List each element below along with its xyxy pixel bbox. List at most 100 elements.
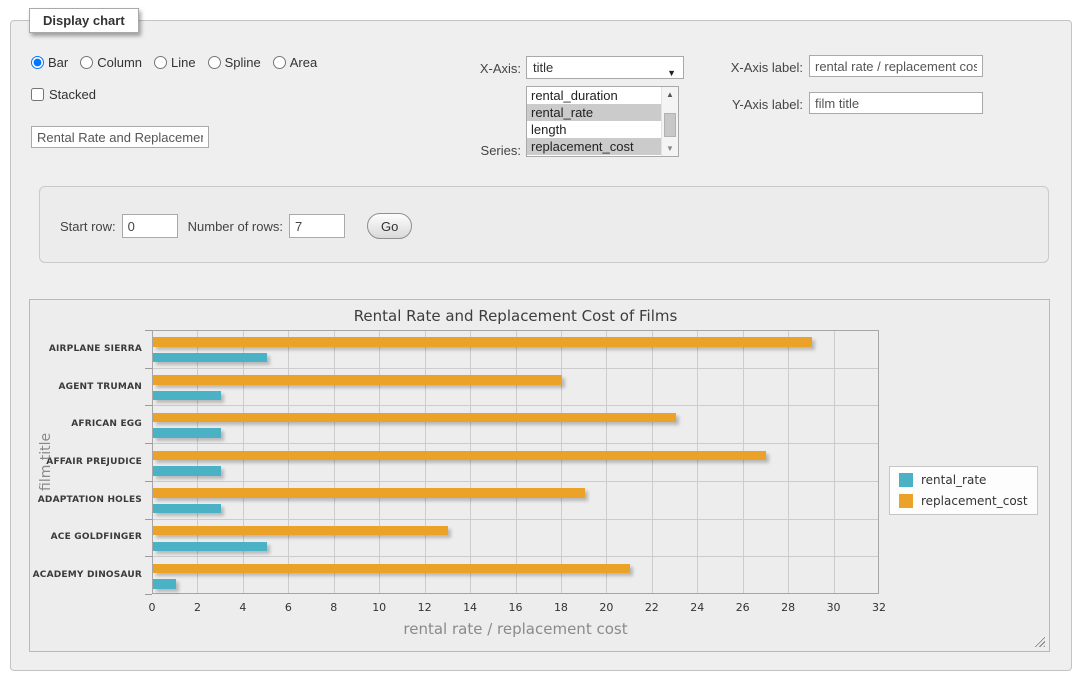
start-row-label: Start row: bbox=[60, 219, 116, 234]
chart-type-radio-line[interactable] bbox=[154, 56, 167, 69]
gridline-vertical bbox=[743, 331, 744, 593]
fieldset-legend: Display chart bbox=[29, 8, 139, 33]
legend-item: rental_rate bbox=[899, 473, 1028, 487]
y-tick-mark bbox=[145, 330, 152, 331]
y-axis-label-input[interactable] bbox=[809, 92, 983, 114]
chart-type-radio-label: Spline bbox=[225, 55, 261, 70]
bar-replacement_cost bbox=[153, 526, 448, 535]
series-option-rental_rate[interactable]: rental_rate bbox=[527, 104, 661, 121]
scroll-up-icon[interactable]: ▲ bbox=[663, 87, 677, 102]
bar-replacement_cost bbox=[153, 451, 766, 460]
x-tick-label: 14 bbox=[455, 601, 485, 614]
start-row-input[interactable] bbox=[122, 214, 178, 238]
legend-swatch-replacement_cost bbox=[899, 494, 913, 508]
series-label: Series: bbox=[441, 143, 521, 158]
x-axis-select-label: X-Axis: bbox=[441, 61, 521, 76]
bar-rental_rate bbox=[153, 542, 267, 551]
x-axis-select[interactable]: title ▼ bbox=[526, 56, 684, 79]
x-axis-label-input[interactable] bbox=[809, 55, 983, 77]
num-rows-label: Number of rows: bbox=[188, 219, 283, 234]
go-button[interactable]: Go bbox=[367, 213, 412, 239]
y-axis-label-label: Y-Axis label: bbox=[711, 97, 803, 112]
plot-area bbox=[152, 330, 879, 594]
select-dropdown-arrow-icon: ▼ bbox=[667, 63, 676, 84]
y-tick-mark bbox=[145, 594, 152, 595]
bar-replacement_cost bbox=[153, 564, 630, 573]
y-tick-mark bbox=[145, 556, 152, 557]
x-tick-label: 16 bbox=[501, 601, 531, 614]
y-tick-mark bbox=[145, 481, 152, 482]
x-tick-label: 26 bbox=[728, 601, 758, 614]
y-tick-mark bbox=[145, 443, 152, 444]
row-controls: Start row: Number of rows: Go bbox=[60, 213, 412, 239]
display-chart-fieldset: Display chart BarColumnLineSplineArea St… bbox=[10, 20, 1072, 671]
scroll-down-icon[interactable]: ▼ bbox=[663, 141, 677, 156]
chart-container: Rental Rate and Replacement Cost of Film… bbox=[29, 299, 1050, 652]
bar-rental_rate bbox=[153, 353, 267, 362]
bar-rental_rate bbox=[153, 428, 221, 437]
chart-type-radio-label: Line bbox=[171, 55, 196, 70]
chart-title: Rental Rate and Replacement Cost of Film… bbox=[152, 307, 879, 325]
scrollbar-thumb[interactable] bbox=[664, 113, 676, 137]
bar-rental_rate bbox=[153, 504, 221, 513]
chart-title-input[interactable] bbox=[31, 126, 209, 148]
gridline-vertical bbox=[834, 331, 835, 593]
x-tick-label: 32 bbox=[864, 601, 894, 614]
num-rows-input[interactable] bbox=[289, 214, 345, 238]
y-tick-mark bbox=[145, 405, 152, 406]
resize-handle-icon[interactable] bbox=[1032, 634, 1045, 647]
bar-replacement_cost bbox=[153, 413, 676, 422]
gridline-horizontal bbox=[153, 519, 878, 520]
chart-type-radio-label: Area bbox=[290, 55, 317, 70]
row-controls-panel: Start row: Number of rows: Go bbox=[39, 186, 1049, 263]
chart-type-radio-label: Bar bbox=[48, 55, 68, 70]
x-axis-selected-value: title bbox=[533, 60, 553, 75]
bar-rental_rate bbox=[153, 466, 221, 475]
chart-type-radio-area[interactable] bbox=[273, 56, 286, 69]
legend-label: rental_rate bbox=[921, 473, 986, 487]
bar-replacement_cost bbox=[153, 488, 585, 497]
bar-replacement_cost bbox=[153, 375, 562, 384]
gridline-vertical bbox=[652, 331, 653, 593]
chart-type-radio-spline[interactable] bbox=[208, 56, 221, 69]
x-axis-title: rental rate / replacement cost bbox=[152, 620, 879, 638]
chart-type-radio-column[interactable] bbox=[80, 56, 93, 69]
stacked-checkbox[interactable] bbox=[31, 88, 44, 101]
listbox-scrollbar[interactable]: ▲ ▼ bbox=[661, 87, 678, 156]
bar-rental_rate bbox=[153, 579, 176, 588]
series-options: rental_durationrental_ratelengthreplacem… bbox=[527, 87, 661, 156]
series-option-length[interactable]: length bbox=[527, 121, 661, 138]
x-tick-label: 24 bbox=[682, 601, 712, 614]
x-axis-label-label: X-Axis label: bbox=[711, 60, 803, 75]
gridline-vertical bbox=[470, 331, 471, 593]
gridline-vertical bbox=[334, 331, 335, 593]
gridline-horizontal bbox=[153, 556, 878, 557]
series-option-replacement_cost[interactable]: replacement_cost bbox=[527, 138, 661, 155]
gridline-horizontal bbox=[153, 368, 878, 369]
gridline-vertical bbox=[788, 331, 789, 593]
gridline-vertical bbox=[288, 331, 289, 593]
chart-type-radio-bar[interactable] bbox=[31, 56, 44, 69]
gridline-vertical bbox=[197, 331, 198, 593]
bar-rental_rate bbox=[153, 391, 221, 400]
x-tick-label: 8 bbox=[319, 601, 349, 614]
gridline-horizontal bbox=[153, 481, 878, 482]
series-option-rental_duration[interactable]: rental_duration bbox=[527, 87, 661, 104]
y-tick-mark bbox=[145, 368, 152, 369]
x-tick-label: 4 bbox=[228, 601, 258, 614]
gridline-vertical bbox=[243, 331, 244, 593]
x-tick-label: 2 bbox=[182, 601, 212, 614]
chart-type-radios: Bar Column Line Spline Area bbox=[31, 55, 325, 70]
legend-swatch-rental_rate bbox=[899, 473, 913, 487]
series-listbox[interactable]: rental_durationrental_ratelengthreplacem… bbox=[526, 86, 679, 157]
bar-replacement_cost bbox=[153, 337, 812, 346]
gridline-vertical bbox=[606, 331, 607, 593]
gridline-vertical bbox=[697, 331, 698, 593]
page: Display chart Bar Column Line Spline Area St… bbox=[0, 0, 1081, 681]
stacked-label: Stacked bbox=[49, 87, 96, 102]
legend-item: replacement_cost bbox=[899, 494, 1028, 508]
x-tick-label: 0 bbox=[137, 601, 167, 614]
legend-label: replacement_cost bbox=[921, 494, 1028, 508]
stacked-row: Stacked bbox=[31, 87, 96, 102]
chart-type-radio-label: Column bbox=[97, 55, 142, 70]
